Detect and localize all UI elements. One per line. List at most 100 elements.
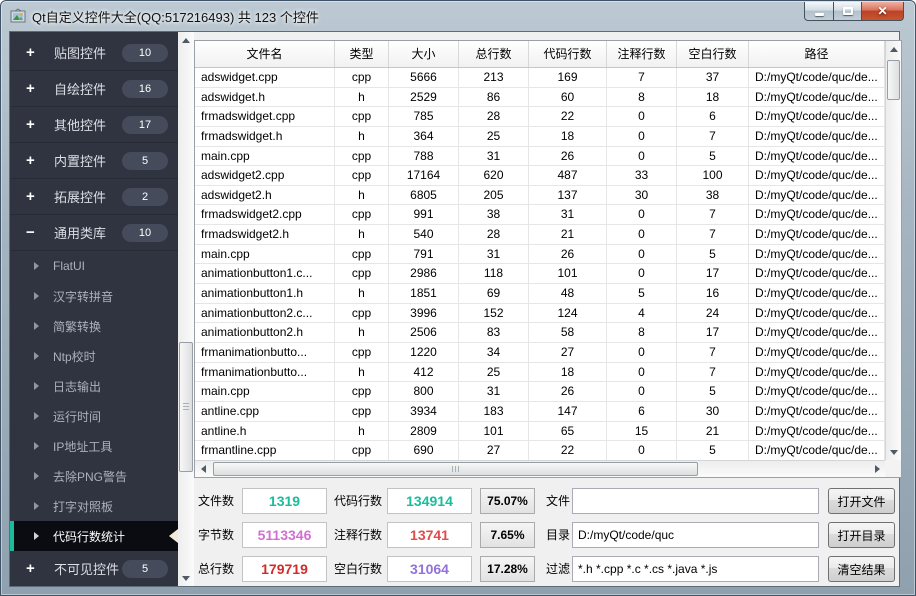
directory-input[interactable]: [572, 522, 819, 548]
file-input[interactable]: [572, 488, 819, 514]
close-button[interactable]: ✕: [861, 2, 904, 21]
table-cell: D:/myQt/code/quc/de...: [749, 166, 885, 185]
table-cell: 5: [677, 147, 749, 166]
table-row[interactable]: antline.cppcpp3934183147630D:/myQt/code/…: [195, 402, 885, 422]
table-header-cell[interactable]: 路径: [749, 41, 885, 67]
scroll-up-button[interactable]: [886, 41, 901, 57]
table-vertical-scrollbar[interactable]: [885, 41, 901, 460]
sidebar-group[interactable]: +贴图控件10: [10, 35, 178, 71]
table-cell: 991: [389, 205, 459, 224]
table-row[interactable]: frmantline.cppcpp690272205D:/myQt/code/q…: [195, 441, 885, 460]
expand-icon: +: [26, 117, 42, 133]
table-cell: frmanimationbutto...: [195, 363, 335, 382]
table-cell: 5: [607, 284, 677, 303]
table-row[interactable]: frmadswidget.hh364251807D:/myQt/code/quc…: [195, 127, 885, 147]
minimize-icon: [815, 13, 824, 16]
minimize-button[interactable]: [804, 2, 834, 21]
sidebar-group[interactable]: −通用类库10: [10, 215, 178, 251]
scroll-up-button[interactable]: [178, 32, 194, 48]
table-header-cell[interactable]: 代码行数: [529, 41, 607, 67]
table-cell: 6: [607, 402, 677, 421]
sidebar-subitem[interactable]: 代码行数统计: [10, 521, 178, 551]
sidebar-group[interactable]: +自绘控件16: [10, 71, 178, 107]
table-row[interactable]: antline.hh2809101651521D:/myQt/code/quc/…: [195, 422, 885, 442]
scroll-thumb[interactable]: [179, 342, 193, 472]
arrow-right-icon: [875, 465, 880, 473]
open-directory-button[interactable]: 打开目录: [828, 522, 895, 548]
sidebar-subitem-label: IP地址工具: [53, 438, 112, 455]
table-row[interactable]: frmadswidget.cppcpp785282206D:/myQt/code…: [195, 107, 885, 127]
table-row[interactable]: adswidget2.hh68052051373038D:/myQt/code/…: [195, 186, 885, 206]
window-title: Qt自定义控件大全(QQ:517216493) 共 123 个控件: [32, 7, 319, 26]
sidebar-group[interactable]: +拓展控件2: [10, 179, 178, 215]
filter-input[interactable]: [572, 556, 819, 582]
maximize-icon: [843, 7, 853, 15]
table-cell: animationbutton2.h: [195, 323, 335, 342]
table-row[interactable]: animationbutton1.hh18516948516D:/myQt/co…: [195, 284, 885, 304]
table-cell: D:/myQt/code/quc/de...: [749, 422, 885, 441]
table-header-cell[interactable]: 总行数: [459, 41, 529, 67]
stat-label: 代码行数: [334, 488, 382, 514]
table-body: adswidget.cppcpp5666213169737D:/myQt/cod…: [195, 68, 885, 460]
table-header-cell[interactable]: 类型: [335, 41, 389, 67]
maximize-button[interactable]: [833, 2, 862, 21]
sidebar-subitem[interactable]: IP地址工具: [10, 431, 178, 461]
sidebar-subitem[interactable]: 打字对照板: [10, 491, 178, 521]
sidebar-subitem[interactable]: 汉字转拼音: [10, 281, 178, 311]
sidebar-subitem[interactable]: 日志输出: [10, 371, 178, 401]
sidebar-subitem[interactable]: 简繁转换: [10, 311, 178, 341]
scroll-thumb[interactable]: [887, 60, 900, 100]
table-cell: 21: [677, 422, 749, 441]
sidebar-scrollbar[interactable]: [178, 32, 194, 586]
table-row[interactable]: main.cppcpp800312605D:/myQt/code/quc/de.…: [195, 382, 885, 402]
table-cell: 7: [677, 205, 749, 224]
table-row[interactable]: animationbutton2.hh25068358817D:/myQt/co…: [195, 323, 885, 343]
sidebar-subitem[interactable]: 去除PNG警告: [10, 461, 178, 491]
table-row[interactable]: frmadswidget2.hh540282107D:/myQt/code/qu…: [195, 225, 885, 245]
sidebar-group-label: 不可见控件: [54, 559, 122, 578]
sidebar-subitem-label: 打字对照板: [53, 498, 113, 515]
sidebar-group[interactable]: +其他控件17: [10, 107, 178, 143]
stats-row: 字节数 5113346 注释行数 13741 7.65% 目录 打开目录: [194, 522, 899, 548]
table-row[interactable]: animationbutton2.c...cpp3996152124424D:/…: [195, 304, 885, 324]
sidebar-subitem[interactable]: Ntp校时: [10, 341, 178, 371]
table-header-cell[interactable]: 大小: [389, 41, 459, 67]
scroll-down-button[interactable]: [886, 444, 901, 460]
table-cell: 22: [529, 107, 607, 126]
table-header-cell[interactable]: 注释行数: [607, 41, 677, 67]
table-row[interactable]: frmadswidget2.cppcpp991383107D:/myQt/cod…: [195, 205, 885, 225]
sidebar-group[interactable]: +不可见控件5: [10, 551, 178, 586]
table-row[interactable]: adswidget2.cppcpp1716462048733100D:/myQt…: [195, 166, 885, 186]
table-horizontal-scrollbar[interactable]: [195, 460, 885, 477]
table-row[interactable]: frmanimationbutto...h412251807D:/myQt/co…: [195, 363, 885, 383]
table-cell: D:/myQt/code/quc/de...: [749, 147, 885, 166]
sidebar-subitem[interactable]: 运行时间: [10, 401, 178, 431]
table-cell: D:/myQt/code/quc/de...: [749, 284, 885, 303]
open-file-button[interactable]: 打开文件: [828, 488, 895, 514]
table-cell: 1220: [389, 343, 459, 362]
scroll-right-button[interactable]: [869, 461, 885, 477]
table-row[interactable]: main.cppcpp791312605D:/myQt/code/quc/de.…: [195, 245, 885, 265]
table-row[interactable]: main.cppcpp788312605D:/myQt/code/quc/de.…: [195, 147, 885, 167]
table-row[interactable]: frmanimationbutto...cpp1220342707D:/myQt…: [195, 343, 885, 363]
table-cell: D:/myQt/code/quc/de...: [749, 264, 885, 283]
clear-results-button[interactable]: 清空结果: [828, 556, 895, 582]
table-cell: 38: [459, 205, 529, 224]
table-cell: 31: [529, 205, 607, 224]
table-row[interactable]: animationbutton1.c...cpp2986118101017D:/…: [195, 264, 885, 284]
table-cell: main.cpp: [195, 382, 335, 401]
scroll-down-button[interactable]: [178, 570, 194, 586]
table-row[interactable]: adswidget.hh25298660818D:/myQt/code/quc/…: [195, 88, 885, 108]
table-row[interactable]: adswidget.cppcpp5666213169737D:/myQt/cod…: [195, 68, 885, 88]
table-cell: 147: [529, 402, 607, 421]
scroll-left-button[interactable]: [195, 461, 211, 477]
table-cell: 7: [677, 363, 749, 382]
sidebar-subitem-label: 简繁转换: [53, 318, 101, 335]
scroll-thumb[interactable]: [213, 462, 698, 476]
table-header-cell[interactable]: 文件名: [195, 41, 335, 67]
stat-label: 空白行数: [334, 556, 382, 582]
sidebar-subitem[interactable]: FlatUI: [10, 251, 178, 281]
sidebar-group[interactable]: +内置控件5: [10, 143, 178, 179]
table-cell: cpp: [335, 304, 389, 323]
table-header-cell[interactable]: 空白行数: [677, 41, 749, 67]
